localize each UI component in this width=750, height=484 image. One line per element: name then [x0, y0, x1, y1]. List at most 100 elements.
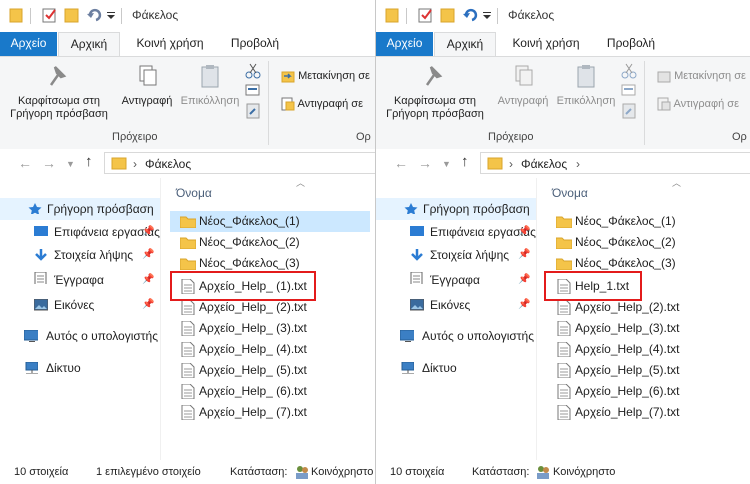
paste-label: Επικόλληση — [556, 95, 616, 107]
move-to-button[interactable]: Μετακίνηση σε — [281, 69, 370, 83]
move-icon — [657, 71, 671, 83]
file-name: Αρχείο_Help_ (5).txt — [199, 363, 307, 377]
nav-quick-access[interactable]: Γρήγορη πρόσβαση — [376, 198, 536, 220]
copy-path-icon[interactable] — [245, 83, 261, 97]
nav-documents[interactable]: Έγγραφα 📌 — [0, 269, 160, 291]
tab-file[interactable]: Αρχείο — [376, 32, 433, 56]
list-item[interactable]: Αρχείο_Help_(5).txt — [546, 360, 746, 381]
title-bar: Φάκελος — [376, 0, 750, 32]
cut-icon[interactable] — [621, 63, 637, 79]
text-file-icon — [181, 321, 195, 336]
clipboard-group-label: Πρόχειρο — [488, 131, 534, 143]
list-item[interactable]: Αρχείο_Help_(3).txt — [546, 318, 746, 339]
new-folder-icon[interactable] — [64, 7, 80, 23]
back-icon[interactable]: ← — [18, 155, 32, 171]
paste-button[interactable]: Επικόλληση — [554, 63, 618, 108]
nav-pictures[interactable]: Εικόνες 📌 — [376, 294, 536, 316]
text-file-icon — [181, 300, 195, 315]
copy-to-icon — [657, 97, 671, 111]
tab-home[interactable]: Αρχική — [58, 32, 120, 56]
cut-icon[interactable] — [245, 63, 261, 79]
list-item[interactable]: Νέος_Φάκελος_(1) — [170, 211, 370, 232]
nav-downloads[interactable]: Στοιχεία λήψης 📌 — [0, 244, 160, 266]
nav-network[interactable]: Δίκτυο — [376, 357, 536, 379]
list-item[interactable]: Αρχείο_Help_(6).txt — [546, 381, 746, 402]
breadcrumb-folder[interactable]: Φάκελος — [145, 157, 191, 171]
nav-downloads[interactable]: Στοιχεία λήψης 📌 — [376, 244, 536, 266]
window-title: Φάκελος — [132, 8, 179, 22]
status-bar: 10 στοιχεία Κατάσταση: Κοινόχρηστο — [376, 460, 750, 484]
recent-dropdown-icon[interactable]: ▼ — [66, 159, 75, 169]
properties-icon[interactable] — [418, 7, 434, 23]
sort-arrow-icon: ︿ — [296, 178, 306, 188]
address-input[interactable]: › Φάκελος › — [480, 152, 750, 174]
list-item[interactable]: Αρχείο_Help_(4).txt — [546, 339, 746, 360]
folder-icon — [556, 237, 572, 249]
forward-icon[interactable]: → — [42, 155, 56, 171]
copy-path-icon[interactable] — [621, 83, 637, 97]
tab-share[interactable]: Κοινή χρήση — [125, 32, 215, 56]
list-item[interactable]: Νέος_Φάκελος_(1) — [546, 211, 746, 232]
nav-documents[interactable]: Έγγραφα 📌 — [376, 269, 536, 291]
copy-button[interactable]: Αντιγραφή — [117, 63, 177, 108]
tab-view[interactable]: Προβολή — [596, 32, 666, 56]
nav-this-pc[interactable]: Αυτός ο υπολογιστής — [376, 325, 536, 347]
file-name: Αρχείο_Help_(3).txt — [575, 321, 680, 335]
move-to-button[interactable]: Μετακίνηση σε — [657, 69, 746, 83]
new-folder-icon[interactable] — [440, 7, 456, 23]
list-item[interactable]: Νέος_Φάκελος_(2) — [170, 232, 370, 253]
pane-divider — [536, 178, 537, 460]
forward-icon[interactable]: → — [418, 155, 432, 171]
list-item[interactable]: Νέος_Φάκελος_(2) — [546, 232, 746, 253]
nav-this-pc[interactable]: Αυτός ο υπολογιστής — [0, 325, 160, 347]
nav-network[interactable]: Δίκτυο — [0, 357, 160, 379]
paste-shortcut-icon[interactable] — [245, 103, 261, 119]
nav-quick-access-label: Γρήγορη πρόσβαση — [47, 202, 154, 216]
file-name: Νέος_Φάκελος_(1) — [575, 214, 676, 228]
recent-dropdown-icon[interactable]: ▼ — [442, 159, 451, 169]
list-item[interactable]: Αρχείο_Help_(7).txt — [546, 402, 746, 423]
breadcrumb-chevron-icon[interactable]: › — [576, 157, 580, 171]
nav-quick-access-label: Γρήγορη πρόσβαση — [423, 202, 530, 216]
paste-shortcut-icon[interactable] — [621, 103, 637, 119]
list-item[interactable]: Αρχείο_Help_ (7).txt — [170, 402, 370, 423]
back-icon[interactable]: ← — [394, 155, 408, 171]
nav-desktop[interactable]: Επιφάνεια εργασίας 📌 — [0, 221, 160, 243]
properties-icon[interactable] — [42, 7, 58, 23]
nav-documents-label: Έγγραφα — [54, 273, 104, 287]
nav-network-label: Δίκτυο — [46, 361, 81, 375]
copy-to-button[interactable]: Αντιγραφή σε — [281, 97, 363, 111]
undo-icon[interactable] — [462, 7, 478, 23]
up-icon[interactable]: ↑ — [461, 153, 469, 170]
tab-view[interactable]: Προβολή — [220, 32, 290, 56]
copy-button[interactable]: Αντιγραφή — [493, 63, 553, 108]
nav-pictures[interactable]: Εικόνες 📌 — [0, 294, 160, 316]
pin-quick-access-button[interactable]: Καρφίτσωμα στη Γρήγορη πρόσβαση — [380, 63, 490, 121]
folder-icon — [180, 216, 196, 228]
column-header-name[interactable]: Όνομα — [176, 186, 212, 200]
tab-home[interactable]: Αρχική — [434, 32, 496, 56]
file-name: Αρχείο_Help_(7).txt — [575, 405, 680, 419]
list-item[interactable]: Αρχείο_Help_ (6).txt — [170, 381, 370, 402]
nav-quick-access[interactable]: Γρήγορη πρόσβαση — [0, 198, 160, 220]
customize-toolbar-icon[interactable] — [483, 12, 492, 19]
address-input[interactable]: › Φάκελος — [104, 152, 375, 174]
customize-toolbar-icon[interactable] — [107, 12, 116, 19]
tab-file[interactable]: Αρχείο — [0, 32, 57, 56]
paste-button[interactable]: Επικόλληση — [178, 63, 242, 108]
column-header-name[interactable]: Όνομα — [552, 186, 588, 200]
nav-desktop[interactable]: Επιφάνεια εργασίας 📌 — [376, 221, 536, 243]
text-file-icon — [557, 321, 571, 336]
breadcrumb-folder[interactable]: Φάκελος — [521, 157, 567, 171]
undo-icon[interactable] — [86, 7, 102, 23]
pin-quick-access-button[interactable]: Καρφίτσωμα στη Γρήγορη πρόσβαση — [4, 63, 114, 121]
list-item[interactable]: Αρχείο_Help_ (3).txt — [170, 318, 370, 339]
address-bar-area: ← → ▼ ↑ › Φάκελος › — [376, 149, 750, 177]
nav-documents-label: Έγγραφα — [430, 273, 480, 287]
tab-share[interactable]: Κοινή χρήση — [501, 32, 591, 56]
list-item[interactable]: Αρχείο_Help_ (4).txt — [170, 339, 370, 360]
list-item[interactable]: Αρχείο_Help_ (5).txt — [170, 360, 370, 381]
up-icon[interactable]: ↑ — [85, 153, 93, 170]
copy-to-button[interactable]: Αντιγραφή σε — [657, 97, 739, 111]
pin-icon: 📌 — [518, 274, 531, 285]
